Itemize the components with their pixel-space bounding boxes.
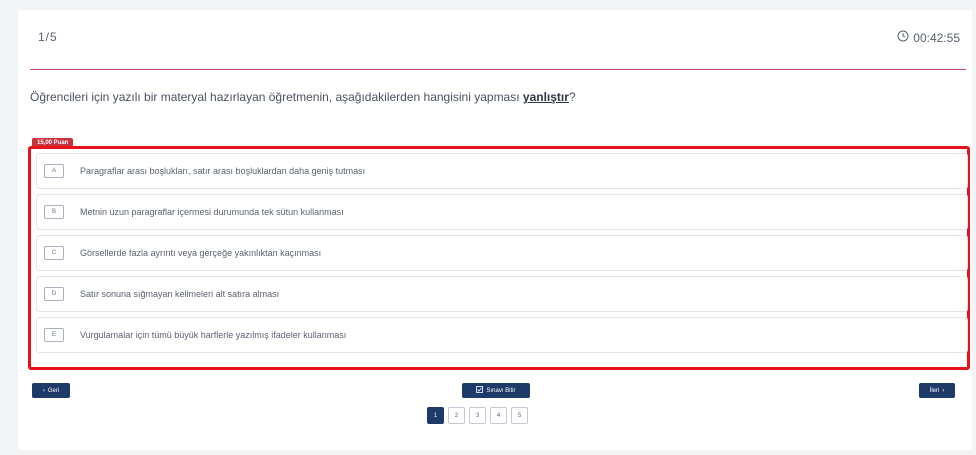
timer-value: 00:42:55: [913, 30, 960, 45]
option-letter: E: [44, 328, 64, 342]
next-button[interactable]: İleri ›: [919, 383, 955, 398]
quiz-card: 1/5 00:42:55 Öğrencileri için yazılı bir…: [18, 10, 972, 450]
option-text: Satır sonuna sığmayan kelimeleri alt sat…: [80, 289, 280, 299]
timer: 00:42:55: [897, 30, 960, 45]
page-button-5[interactable]: 5: [511, 407, 528, 424]
question-text-before: Öğrencileri için yazılı bir materyal haz…: [30, 90, 523, 104]
option-b[interactable]: B Metnin uzun paragraflar içermesi durum…: [36, 194, 968, 230]
chevron-left-icon: ‹: [42, 387, 45, 394]
finish-exam-button[interactable]: Sınavı Bitir: [462, 383, 530, 398]
page-button-4[interactable]: 4: [490, 407, 507, 424]
page-button-2[interactable]: 2: [448, 407, 465, 424]
finish-button-label: Sınavı Bitir: [486, 387, 516, 394]
option-letter: B: [44, 205, 64, 219]
option-a[interactable]: A Paragraflar arası boşlukları, satır ar…: [36, 153, 968, 189]
option-letter: D: [44, 287, 64, 301]
option-c[interactable]: C Görsellerde fazla ayrıntı veya gerçeğe…: [36, 235, 968, 271]
header-divider: [30, 69, 966, 70]
prev-button[interactable]: ‹ Geri: [32, 383, 70, 398]
option-text: Paragraflar arası boşlukları, satır aras…: [80, 166, 366, 176]
option-e[interactable]: E Vurgulamalar için tümü büyük harflerle…: [36, 317, 968, 353]
question-text: Öğrencileri için yazılı bir materyal haz…: [30, 90, 576, 104]
option-text: Vurgulamalar için tümü büyük harflerle y…: [80, 330, 347, 340]
question-counter: 1/5: [38, 30, 58, 44]
question-text-after: ?: [568, 90, 576, 104]
chevron-right-icon: ›: [942, 387, 945, 394]
finish-icon: [476, 386, 484, 395]
option-letter: C: [44, 246, 64, 260]
answer-options: A Paragraflar arası boşlukları, satır ar…: [36, 153, 968, 358]
next-button-label: İleri: [929, 387, 940, 394]
option-text: Metnin uzun paragraflar içermesi durumun…: [80, 207, 344, 217]
clock-icon: [897, 30, 909, 45]
pagination: 1 2 3 4 5: [427, 407, 528, 424]
option-text: Görsellerde fazla ayrıntı veya gerçeğe y…: [80, 248, 322, 258]
prev-button-label: Geri: [47, 387, 60, 394]
option-letter: A: [44, 164, 64, 178]
page-button-3[interactable]: 3: [469, 407, 486, 424]
option-d[interactable]: D Satır sonuna sığmayan kelimeleri alt s…: [36, 276, 968, 312]
page-button-1[interactable]: 1: [427, 407, 444, 424]
question-keyword: yanlıştır: [522, 90, 569, 104]
